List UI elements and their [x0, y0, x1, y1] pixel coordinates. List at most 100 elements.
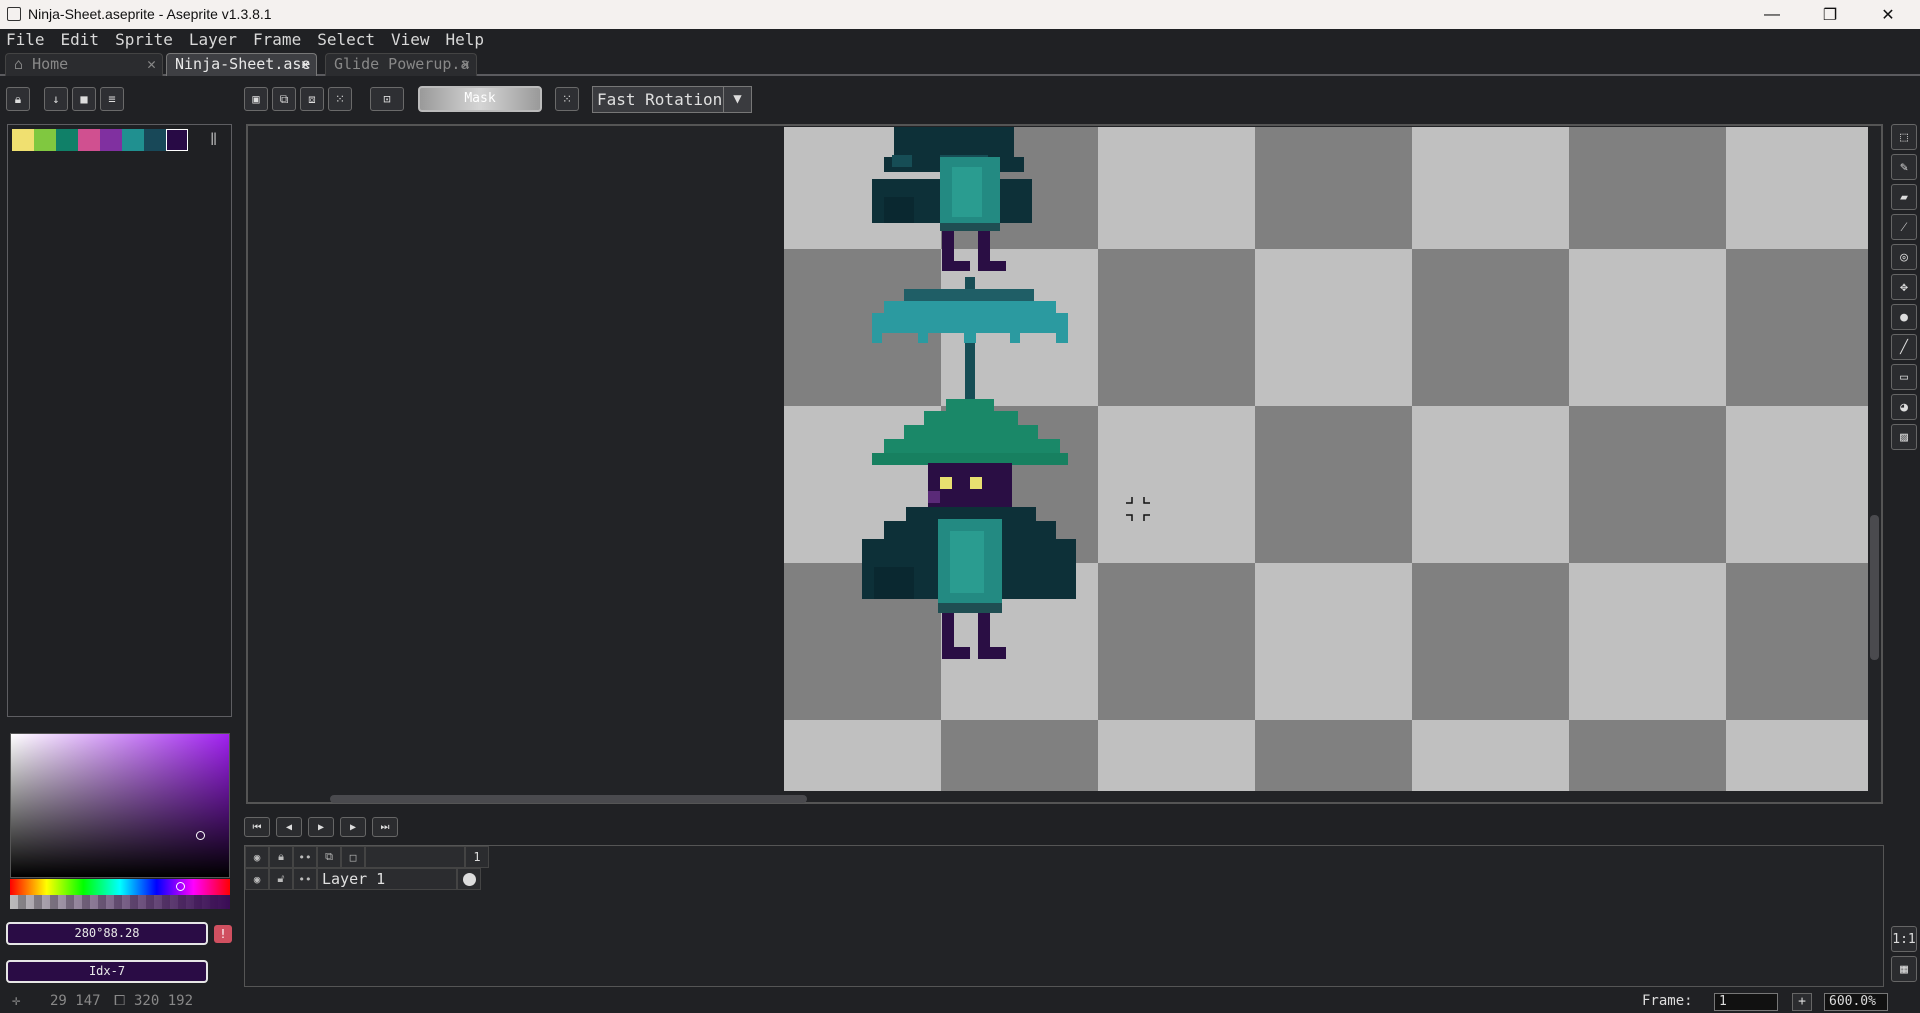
menu-layer[interactable]: Layer — [189, 29, 237, 51]
add-selection-icon[interactable]: ⧉ — [272, 87, 296, 111]
menu-bar: File Edit Sprite Layer Frame Select View… — [0, 29, 1920, 51]
palette-swatch-selected[interactable] — [166, 129, 188, 151]
layer-name[interactable]: Layer 1 — [317, 868, 457, 890]
pause-icon[interactable]: ‖ — [210, 131, 217, 145]
checker-cell — [1098, 563, 1255, 720]
move-tool-icon[interactable]: ✥ — [1891, 274, 1917, 300]
close-tab-icon[interactable]: ✕ — [301, 54, 310, 75]
menu-select[interactable]: Select — [317, 29, 375, 51]
color-value-field[interactable]: 280°88.28 — [6, 922, 208, 945]
tab-home[interactable]: ⌂ Home ✕ — [5, 53, 163, 76]
eye-icon[interactable]: ◉ — [245, 868, 269, 890]
menu-frame[interactable]: Frame — [253, 29, 301, 51]
rectangle-tool-icon[interactable]: ▭ — [1891, 364, 1917, 390]
saturation-value-picker[interactable] — [10, 733, 230, 878]
grid-toggle-icon[interactable]: ▦ — [1891, 956, 1917, 982]
eyedropper-tool-icon[interactable]: ⁄ — [1891, 214, 1917, 240]
new-frame-button[interactable]: + — [1792, 993, 1812, 1011]
sprite-size-icon: ⧠ — [114, 993, 126, 1009]
close-tab-icon[interactable]: ✕ — [147, 54, 156, 75]
frame-input[interactable]: 1 — [1714, 993, 1778, 1011]
subtract-selection-icon[interactable]: ⧈ — [300, 87, 324, 111]
restore-button[interactable]: ❐ — [1801, 0, 1859, 29]
actual-size-icon[interactable]: 1:1 — [1891, 926, 1917, 952]
warning-icon[interactable]: ! — [214, 925, 232, 943]
window-title: Ninja-Sheet.aseprite - Aseprite v1.3.8.1 — [28, 6, 272, 22]
alpha-slider[interactable] — [10, 895, 230, 909]
sprite-size: 320 192 — [134, 993, 194, 1009]
layers-header-icon[interactable]: ⧉ — [317, 846, 341, 868]
palette-swatch[interactable] — [78, 129, 100, 151]
checker-cell — [1726, 720, 1868, 791]
transparent-color-icon[interactable]: ⁙ — [555, 87, 579, 111]
play-icon[interactable]: ▶ — [308, 817, 334, 837]
tab-glide-powerup[interactable]: Glide Powerup.a ✕ — [325, 53, 477, 76]
tab-ninja-sheet[interactable]: Ninja-Sheet.ase ✕ — [166, 53, 317, 76]
next-frame-icon[interactable]: ▶ — [340, 817, 366, 837]
eraser-tool-icon[interactable]: ▰ — [1891, 184, 1917, 210]
marquee-tool-icon[interactable]: ⬚ — [1891, 124, 1917, 150]
mask-button[interactable]: Mask — [418, 86, 542, 112]
continuous-header-icon[interactable]: •• — [293, 846, 317, 868]
pencil-tool-icon[interactable]: ✎ — [1891, 154, 1917, 180]
close-button[interactable]: ✕ — [1859, 0, 1917, 29]
previous-frame-icon[interactable]: ◀ — [276, 817, 302, 837]
menu-view[interactable]: View — [391, 29, 430, 51]
menu-file[interactable]: File — [6, 29, 45, 51]
palette-swatch[interactable] — [144, 129, 166, 151]
palette-swatch[interactable] — [100, 129, 122, 151]
color-index-field[interactable]: Idx-7 — [6, 960, 208, 983]
blur-tool-icon[interactable]: ▨ — [1891, 424, 1917, 450]
lock-icon[interactable]: 🔒︎ — [6, 87, 30, 111]
menu-edit[interactable]: Edit — [61, 29, 100, 51]
checker-cell — [1412, 563, 1569, 720]
palette-options-icon[interactable]: ■ — [72, 87, 96, 111]
palette-swatch[interactable] — [122, 129, 144, 151]
hue-handle[interactable] — [176, 882, 185, 891]
lock-header-icon[interactable]: 🔒︎ — [269, 846, 293, 868]
rotation-algorithm-select[interactable]: Fast Rotation ▼ — [592, 86, 752, 113]
canvas-left-void — [248, 127, 784, 791]
pivot-icon[interactable]: ⊡ — [370, 87, 404, 111]
tool-palette: ⬚ ✎ ▰ ⁄ ◎ ✥ ● ╱ ▭ ◕ ▨ — [1888, 124, 1920, 454]
layer-row[interactable]: ◉ 🔓︎ •• Layer 1 — [245, 868, 481, 890]
last-frame-icon[interactable]: ⏭ — [372, 817, 398, 837]
palette-swatch[interactable] — [12, 129, 34, 151]
checker-cell — [1569, 127, 1726, 249]
horizontal-scrollbar[interactable] — [330, 795, 807, 803]
continuous-icon[interactable]: •• — [293, 868, 317, 890]
title-bar: Ninja-Sheet.aseprite - Aseprite v1.3.8.1… — [0, 0, 1920, 29]
close-tab-icon[interactable]: ✕ — [461, 54, 470, 75]
contour-tool-icon[interactable]: ◕ — [1891, 394, 1917, 420]
visibility-header-icon[interactable]: ◉ — [245, 846, 269, 868]
first-frame-icon[interactable]: ⏮ — [244, 817, 270, 837]
onion-skin-icon[interactable]: □ — [341, 846, 365, 868]
picker-handle[interactable] — [196, 831, 205, 840]
minimize-button[interactable]: — — [1743, 0, 1801, 29]
intersect-selection-icon[interactable]: ⁙ — [328, 87, 352, 111]
chevron-down-icon[interactable]: ▼ — [723, 87, 751, 112]
checker-cell — [1255, 406, 1412, 563]
palette-panel: ‖ — [7, 124, 232, 717]
zoom-input[interactable]: 600.0% — [1824, 993, 1888, 1011]
cel[interactable] — [457, 868, 481, 890]
document-tabs: ⌂ Home ✕ Ninja-Sheet.ase ✕ Glide Powerup… — [0, 51, 1920, 76]
fill-tool-icon[interactable]: ● — [1891, 304, 1917, 330]
palette-swatch[interactable] — [56, 129, 78, 151]
checker-cell — [1412, 406, 1569, 563]
zoom-tool-icon[interactable]: ◎ — [1891, 244, 1917, 270]
frame-header[interactable]: 1 — [465, 846, 489, 868]
menu-icon[interactable]: ≡ — [100, 87, 124, 111]
line-tool-icon[interactable]: ╱ — [1891, 334, 1917, 360]
vertical-scrollbar[interactable] — [1870, 515, 1879, 660]
palette-swatch[interactable] — [34, 129, 56, 151]
hue-slider[interactable] — [10, 879, 230, 895]
lock-icon[interactable]: 🔓︎ — [269, 868, 293, 890]
menu-help[interactable]: Help — [446, 29, 485, 51]
replace-selection-icon[interactable]: ▣ — [244, 87, 268, 111]
menu-sprite[interactable]: Sprite — [115, 29, 173, 51]
checker-cell — [1255, 720, 1412, 791]
sort-down-icon[interactable]: ↓ — [44, 87, 68, 111]
checker-cell — [1098, 249, 1255, 406]
sprite-canvas[interactable] — [784, 127, 1868, 791]
